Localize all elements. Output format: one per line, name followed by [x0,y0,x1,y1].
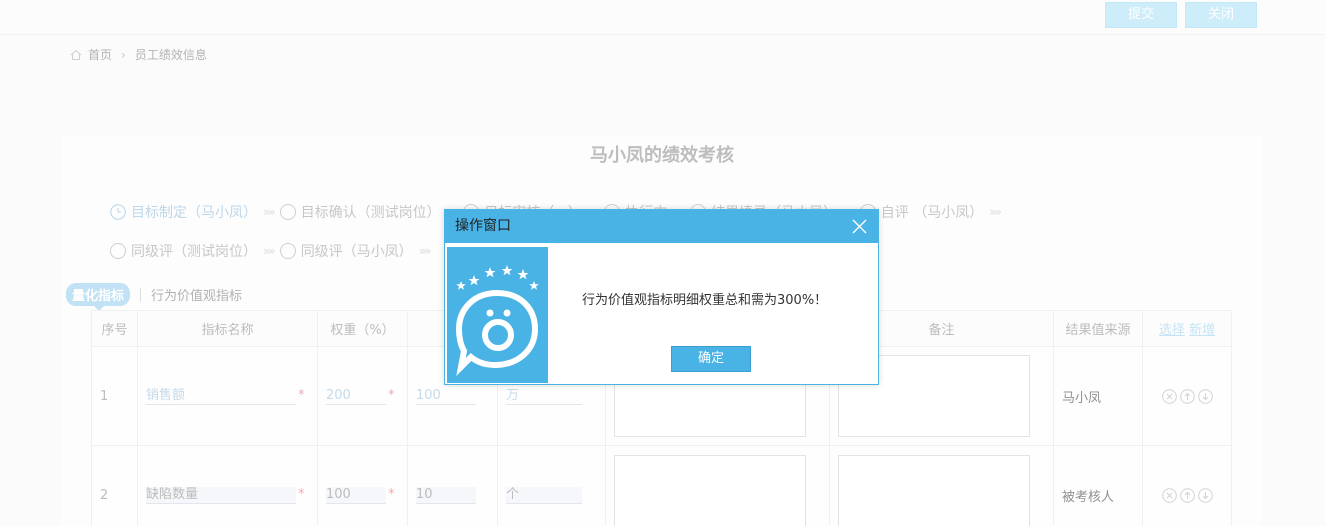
alert-dialog: 操作窗口 行为价值观指标明细权重总和需为300%！ 确定 [444,209,879,385]
dialog-message: 行为价值观指标明细权重总和需为300%！ [582,293,828,308]
dialog-title: 操作窗口 [455,218,511,234]
chat-bubble-logo-icon [447,247,548,383]
close-icon[interactable] [852,219,867,234]
dialog-header: 操作窗口 [445,210,878,243]
ok-button[interactable]: 确定 [671,346,751,372]
